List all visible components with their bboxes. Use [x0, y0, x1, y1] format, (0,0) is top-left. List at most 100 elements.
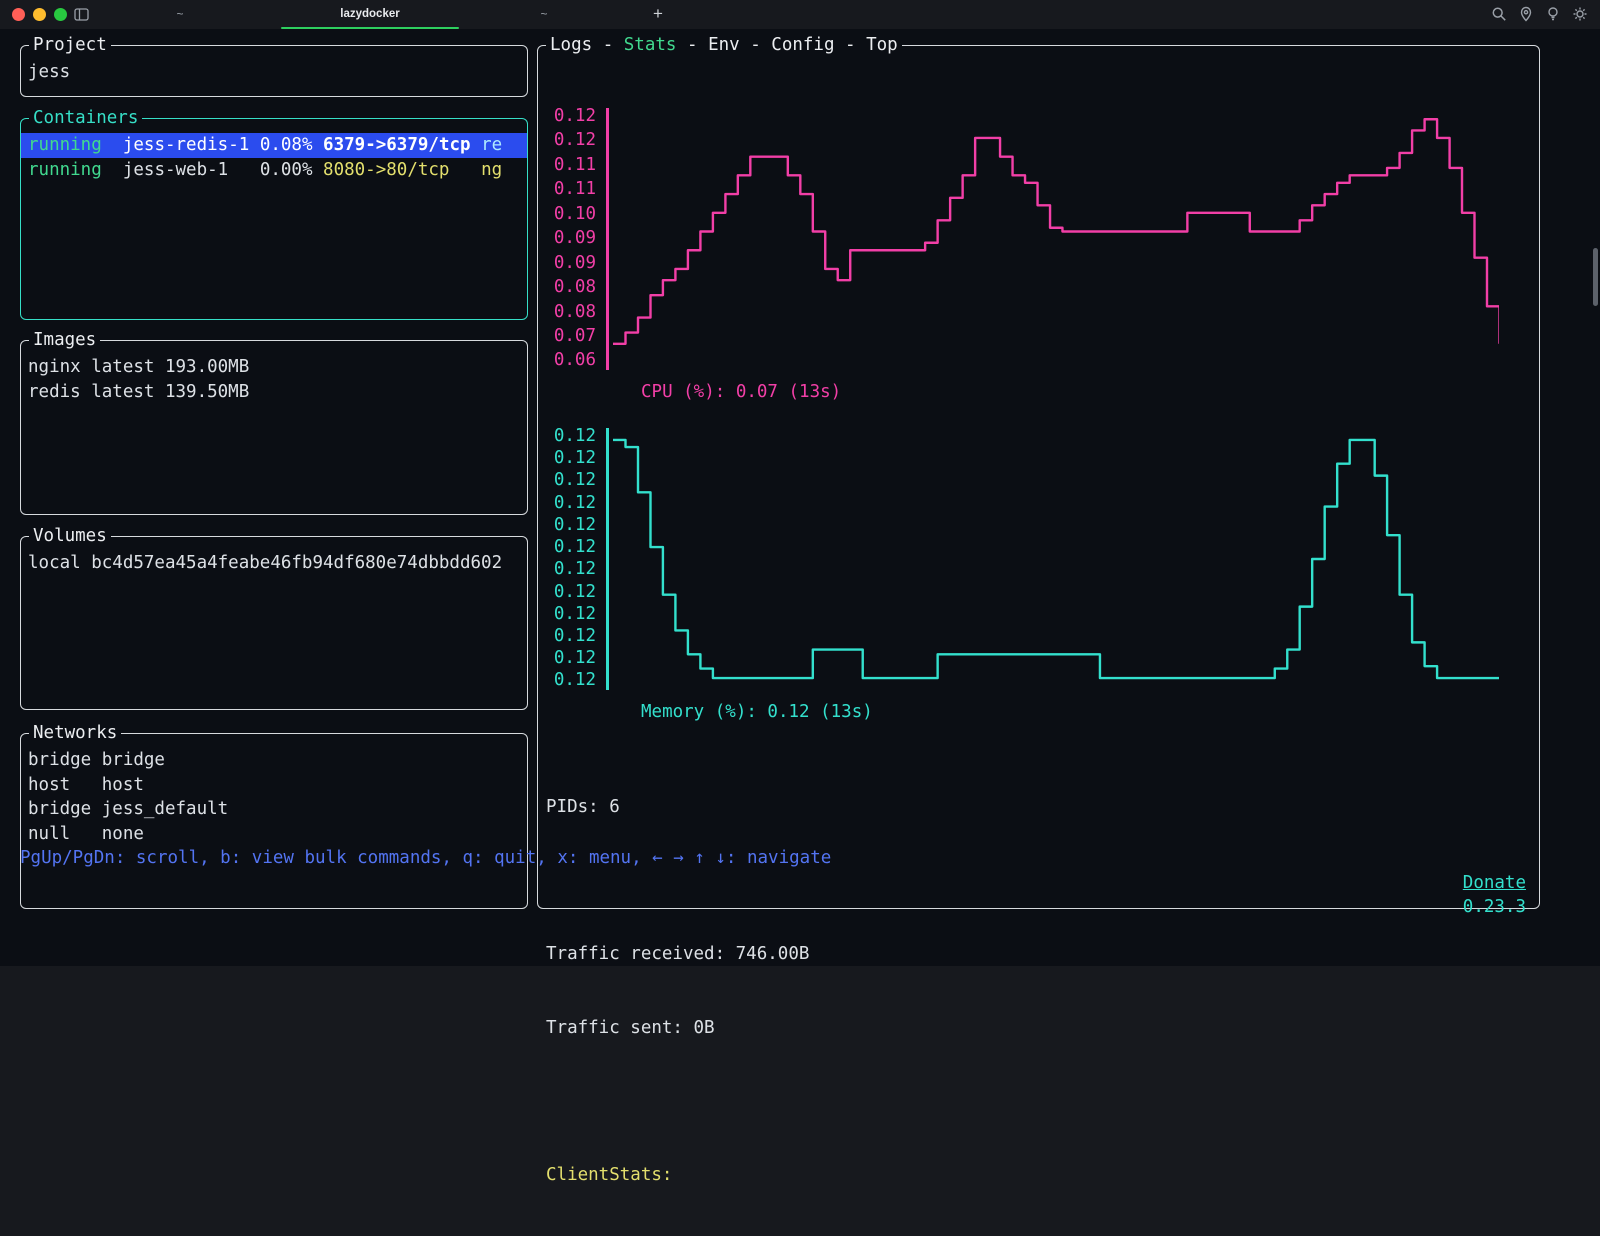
y-axis-tick: 0.07	[544, 328, 596, 346]
y-axis-tick: 0.12	[544, 628, 596, 646]
donate-link[interactable]: Donate	[1463, 873, 1526, 893]
y-axis-tick: 0.09	[544, 230, 596, 248]
y-axis-tick: 0.12	[544, 517, 596, 535]
version-label: 0.23.3	[1463, 897, 1526, 917]
tab-shell-2[interactable]: ~	[514, 0, 574, 29]
text-segment	[102, 160, 123, 180]
zoom-button[interactable]	[54, 8, 67, 21]
y-axis-tick: 0.06	[544, 352, 596, 370]
y-axis-tick: 0.11	[544, 181, 596, 199]
container-state: running	[28, 160, 102, 180]
tab-stats[interactable]: Stats	[624, 35, 677, 55]
y-axis-tick: 0.12	[544, 495, 596, 513]
y-axis-tick: 0.08	[544, 279, 596, 297]
network-row: null none	[28, 822, 520, 847]
image-row: nginx latest 193.00MB	[28, 355, 520, 380]
main-view-tabs[interactable]: Logs - Stats - Env - Config - Top	[546, 34, 902, 56]
memory-caption: Memory (%): 0.12 (13s)	[641, 700, 873, 725]
project-panel-title: Project	[29, 34, 111, 56]
text-segment: -	[740, 35, 772, 55]
memory-series	[613, 428, 1500, 690]
new-tab-button[interactable]: +	[648, 0, 668, 29]
memory-chart: 0.12 0.12 0.12 0.12 0.12 0.12 0.12 0.12 0.12 0.12…	[544, 428, 1499, 690]
status-bar: PgUp/PgDn: scroll, b: view bulk commands…	[20, 846, 1538, 944]
images-panel[interactable]: Images nginx latest 193.00MBredis latest…	[20, 340, 528, 515]
container-ports: 8080->80/tcp	[323, 160, 449, 180]
y-axis-tick: 0.09	[544, 255, 596, 273]
y-axis-tick: 0.12	[544, 428, 596, 446]
container-image: ng	[481, 160, 502, 180]
text-segment: -	[592, 35, 624, 55]
y-axis-tick: 0.12	[544, 472, 596, 490]
container-row[interactable]: running jess-web-1 0.00% 8080->80/tcp ng	[21, 158, 527, 183]
stats-text-block: PIDs: 6 Traffic received: 746.00B Traffi…	[546, 746, 809, 1236]
networks-panel-title: Networks	[29, 722, 121, 744]
network-row: bridge bridge	[28, 748, 520, 773]
titlebar: ~ lazydocker ~ +	[0, 0, 1600, 29]
pids-value: PIDs: 6	[546, 795, 809, 820]
y-axis-tick: 0.08	[544, 304, 596, 322]
containers-panel-title: Containers	[29, 107, 142, 129]
cpu-y-axis: 0.120.120.110.110.100.090.090.080.080.07…	[544, 108, 596, 370]
volumes-panel[interactable]: Volumes local bc4d57ea45a4feabe46fb94df6…	[20, 536, 528, 710]
text-segment: -	[676, 35, 708, 55]
gear-icon[interactable]	[1572, 6, 1588, 22]
tab-logs[interactable]: Logs	[550, 35, 592, 55]
y-axis-tick: 0.12	[544, 450, 596, 468]
project-panel[interactable]: Project jess	[20, 45, 528, 97]
y-axis-tick: 0.12	[544, 650, 596, 668]
tab-overview-icon[interactable]	[74, 8, 89, 26]
container-ports: 6379->6379/tcp	[323, 135, 471, 155]
y-axis-tick: 0.12	[544, 561, 596, 579]
cpu-series	[613, 108, 1500, 370]
memory-axis-line	[606, 428, 609, 690]
y-axis-tick: 0.10	[544, 206, 596, 224]
container-cpu: 0.00%	[260, 160, 323, 180]
container-cpu: 0.08%	[260, 135, 323, 155]
titlebar-actions	[1491, 6, 1588, 22]
stats-panel[interactable]: Logs - Stats - Env - Config - Top 0.120.…	[537, 45, 1540, 909]
traffic-sent-value: Traffic sent: 0B	[546, 1016, 809, 1041]
lightbulb-icon[interactable]	[1545, 6, 1561, 22]
tab-top[interactable]: Top	[866, 35, 898, 55]
container-name: jess-redis-1	[123, 135, 249, 155]
volumes-panel-title: Volumes	[29, 525, 111, 547]
tab-shell-1[interactable]: ~	[150, 0, 210, 29]
image-row: redis latest 139.50MB	[28, 380, 520, 405]
clientstats-label: ClientStats:	[546, 1163, 809, 1188]
y-axis-tick: 0.12	[544, 584, 596, 602]
container-row[interactable]: running jess-redis-1 0.08% 6379->6379/tc…	[21, 133, 527, 158]
container-image: re	[481, 135, 502, 155]
statusbar-right: Donate 0.23.3	[1378, 846, 1538, 944]
scrollbar-thumb[interactable]	[1593, 248, 1598, 306]
project-name: jess	[28, 60, 520, 85]
y-axis-tick: 0.12	[544, 108, 596, 126]
spacer	[546, 1089, 809, 1114]
tab-env[interactable]: Env	[708, 35, 740, 55]
y-axis-tick: 0.12	[544, 672, 596, 690]
network-row: host host	[28, 773, 520, 798]
network-row: bridge jess_default	[28, 797, 520, 822]
text-segment	[449, 160, 481, 180]
pin-icon[interactable]	[1518, 6, 1534, 22]
tab-lazydocker[interactable]: lazydocker	[281, 0, 459, 29]
containers-panel[interactable]: Containers running jess-redis-1 0.08% 63…	[20, 118, 528, 320]
cpu-chart: 0.120.120.110.110.100.090.090.080.080.07…	[544, 108, 1499, 370]
keybindings-help: PgUp/PgDn: scroll, b: view bulk commands…	[20, 846, 831, 944]
close-button[interactable]	[12, 8, 25, 21]
cpu-axis-line	[606, 108, 609, 370]
app-window: ~ lazydocker ~ + Project jess Containers…	[0, 0, 1600, 966]
container-state: running	[28, 135, 102, 155]
search-icon[interactable]	[1491, 6, 1507, 22]
images-panel-title: Images	[29, 329, 100, 351]
minimize-button[interactable]	[33, 8, 46, 21]
terminal-content: Project jess Containers running jess-red…	[0, 29, 1600, 966]
y-axis-tick: 0.12	[544, 539, 596, 557]
tab-config[interactable]: Config	[771, 35, 834, 55]
memory-y-axis: 0.12 0.12 0.12 0.12 0.12 0.12 0.12 0.12 0.12 0.12…	[544, 428, 596, 690]
y-axis-tick: 0.12	[544, 132, 596, 150]
text-segment	[249, 135, 260, 155]
cpu-caption: CPU (%): 0.07 (13s)	[641, 380, 841, 405]
text-segment	[228, 160, 260, 180]
y-axis-tick: 0.12	[544, 606, 596, 624]
